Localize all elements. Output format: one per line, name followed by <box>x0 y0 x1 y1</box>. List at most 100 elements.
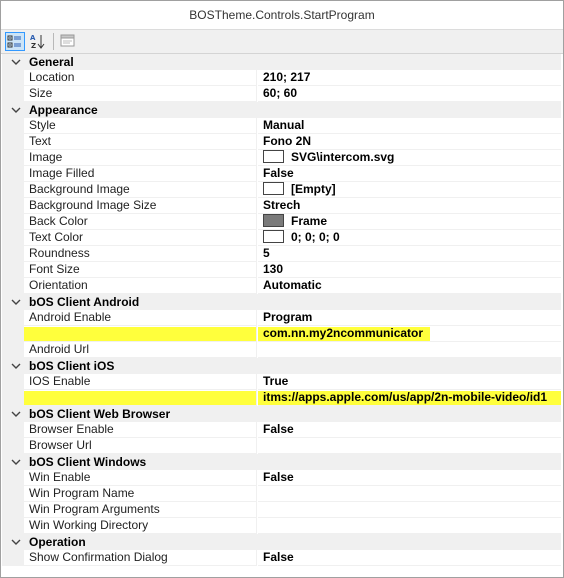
property-row[interactable]: Image Filled False <box>2 166 561 182</box>
property-row[interactable]: Orientation Automatic <box>2 278 561 294</box>
property-row[interactable]: IOS Url itms://apps.apple.com/us/app/2n-m… <box>2 390 561 406</box>
property-grid: General Location 210; 217 Size 60; 60 Appeara… <box>2 54 561 566</box>
property-value-cell[interactable]: itms://apps.apple.com/us/app/2n-mobile-v… <box>258 390 561 406</box>
category-row[interactable]: bOS Client Web Browser <box>2 406 561 422</box>
property-name-cell[interactable]: Android Program Name <box>24 326 257 342</box>
chevron-down-icon[interactable] <box>11 534 21 550</box>
property-name-cell[interactable]: Text Color <box>24 230 257 246</box>
property-name-cell[interactable]: Browser Enable <box>24 422 257 438</box>
category-row[interactable]: bOS Client Android <box>2 294 561 310</box>
property-name-cell[interactable]: Show Confirmation Dialog <box>24 550 257 566</box>
category-row[interactable]: bOS Client Windows <box>2 454 561 470</box>
property-value-cell[interactable]: True <box>258 374 561 390</box>
category-row[interactable]: Appearance <box>2 102 561 118</box>
property-row[interactable]: Image SVG\intercom.svg <box>2 150 561 166</box>
property-value-cell[interactable]: com.nn.my2ncommunicator <box>258 326 561 342</box>
chevron-down-icon[interactable] <box>11 454 21 470</box>
property-value-cell[interactable]: Frame <box>258 214 561 230</box>
chevron-down-icon[interactable] <box>11 102 21 118</box>
property-name-cell[interactable]: Browser Url <box>24 438 257 454</box>
category-row[interactable]: General <box>2 54 561 70</box>
property-row[interactable]: Text Fono 2N <box>2 134 561 150</box>
property-row[interactable]: IOS Enable True <box>2 374 561 390</box>
property-name-cell[interactable]: Location <box>24 70 257 86</box>
property-value-cell[interactable] <box>258 342 561 358</box>
property-row[interactable]: Win Program Name <box>2 486 561 502</box>
property-row[interactable]: Browser Url <box>2 438 561 454</box>
property-row[interactable]: Text Color 0; 0; 0; 0 <box>2 230 561 246</box>
property-name-cell[interactable]: Win Working Directory <box>24 518 257 534</box>
property-value-cell[interactable]: 210; 217 <box>258 70 561 86</box>
chevron-down-icon[interactable] <box>11 54 21 70</box>
property-value-cell[interactable]: Program <box>258 310 561 326</box>
property-name-cell[interactable]: Image Filled <box>24 166 257 182</box>
property-name-cell[interactable]: IOS Url <box>24 390 257 406</box>
property-value-cell[interactable]: 130 <box>258 262 561 278</box>
property-row[interactable]: Back Color Frame <box>2 214 561 230</box>
property-row[interactable]: Font Size 130 <box>2 262 561 278</box>
property-value-cell[interactable] <box>258 502 561 518</box>
property-value-cell[interactable]: [Empty] <box>258 182 561 198</box>
property-row[interactable]: Show Confirmation Dialog False <box>2 550 561 566</box>
alphabetical-icon[interactable]: A Z <box>28 32 48 51</box>
categorized-icon[interactable] <box>5 32 25 51</box>
property-row[interactable]: Size 60; 60 <box>2 86 561 102</box>
property-value-cell[interactable]: Fono 2N <box>258 134 561 150</box>
property-name-cell[interactable]: Size <box>24 86 257 102</box>
property-row[interactable]: Android Url <box>2 342 561 358</box>
property-value: itms://apps.apple.com/us/app/2n-mobile-v… <box>263 390 548 404</box>
property-name-cell[interactable]: Android Url <box>24 342 257 358</box>
property-name-cell[interactable]: Style <box>24 118 257 134</box>
property-name-cell[interactable]: Roundness <box>24 246 257 262</box>
property-name-cell[interactable]: Android Enable <box>24 310 257 326</box>
property-value: Automatic <box>263 278 322 292</box>
property-name-cell[interactable]: Font Size <box>24 262 257 278</box>
property-value-cell[interactable]: Strech <box>258 198 561 214</box>
property-row[interactable]: Location 210; 217 <box>2 70 561 86</box>
property-row[interactable]: Win Enable False <box>2 470 561 486</box>
property-name-cell[interactable]: Win Program Name <box>24 486 257 502</box>
property-name: Image Filled <box>29 166 95 180</box>
property-value-cell[interactable]: False <box>258 166 561 182</box>
property-name-cell[interactable]: Background Image <box>24 182 257 198</box>
property-name-cell[interactable]: Win Enable <box>24 470 257 486</box>
property-value-cell[interactable]: 60; 60 <box>258 86 561 102</box>
property-row[interactable]: Background Image Size Strech <box>2 198 561 214</box>
property-row[interactable]: Android Enable Program <box>2 310 561 326</box>
chevron-down-icon[interactable] <box>11 294 21 310</box>
property-value-cell[interactable]: False <box>258 470 561 486</box>
row-gutter <box>2 502 24 518</box>
property-value-cell[interactable] <box>258 438 561 454</box>
property-value-cell[interactable]: False <box>258 550 561 566</box>
property-row[interactable]: Style Manual <box>2 118 561 134</box>
chevron-down-icon[interactable] <box>11 406 21 422</box>
property-value-cell[interactable]: 0; 0; 0; 0 <box>258 230 561 246</box>
property-row[interactable]: Browser Enable False <box>2 422 561 438</box>
property-name: Orientation <box>29 278 88 292</box>
property-name-cell[interactable]: Orientation <box>24 278 257 294</box>
property-name-cell[interactable]: Win Program Arguments <box>24 502 257 518</box>
chevron-down-icon[interactable] <box>11 358 21 374</box>
property-name-cell[interactable]: Text <box>24 134 257 150</box>
category-row[interactable]: Operation <box>2 534 561 550</box>
property-value-cell[interactable]: Automatic <box>258 278 561 294</box>
property-name: IOS Enable <box>29 374 91 388</box>
property-value-cell[interactable]: 5 <box>258 246 561 262</box>
property-name-cell[interactable]: Back Color <box>24 214 257 230</box>
property-row[interactable]: Win Program Arguments <box>2 502 561 518</box>
property-pages-icon[interactable] <box>59 32 79 51</box>
property-value-cell[interactable]: False <box>258 422 561 438</box>
category-row[interactable]: bOS Client iOS <box>2 358 561 374</box>
property-value-cell[interactable] <box>258 486 561 502</box>
property-name-cell[interactable]: Background Image Size <box>24 198 257 214</box>
property-row[interactable]: Win Working Directory <box>2 518 561 534</box>
property-name-cell[interactable]: Image <box>24 150 257 166</box>
row-gutter <box>2 374 24 390</box>
property-value-cell[interactable]: Manual <box>258 118 561 134</box>
property-row[interactable]: Roundness 5 <box>2 246 561 262</box>
property-value-cell[interactable] <box>258 518 561 534</box>
property-value-cell[interactable]: SVG\intercom.svg <box>258 150 561 166</box>
property-row[interactable]: Background Image [Empty] <box>2 182 561 198</box>
property-row[interactable]: Android Program Name com.nn.my2ncommunica… <box>2 326 561 342</box>
property-name-cell[interactable]: IOS Enable <box>24 374 257 390</box>
